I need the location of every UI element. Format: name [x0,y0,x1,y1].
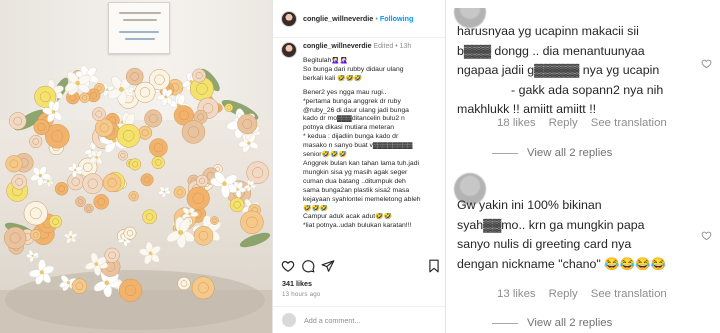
comment-text-line: - gakk ada sopann2 nya nih [511,82,664,97]
comment-input[interactable]: Add a comment... [304,316,360,325]
post-time-ago: 13 hours ago [282,291,321,298]
post-likes-count[interactable]: 341 likes [282,279,312,288]
comment-text-line: ngapaa jadii g▓▓▓▓▓ nya yg ucapin [457,63,660,77]
caption-line: masako n sanyo buat v▓▓▓▓▓▓▓▓ [303,142,413,150]
post-actions [281,259,441,275]
add-comment-bar: Add a comment... [273,306,445,333]
caption-line: berkali kali 🤣🤣🤣 [303,74,363,82]
avatar[interactable] [281,10,297,27]
caption-line: sama bunga2an plastik sisa2 masa [303,186,410,194]
caption-line: So bunga dari rubby didaur ulang [303,65,404,73]
comments-zoom: harusnyaa yg ucapinn makacii sii b▓▓▓ don… [446,0,720,333]
caption-line: cuman dua batang ..ditumpuk deh [303,177,406,185]
heart-icon[interactable] [701,230,712,241]
caption-separator: • [395,43,398,50]
caption-time: 13h [399,43,412,50]
post-panel: conglie_willneverdie • Following conglie_w… [272,0,446,333]
caption-line: kado dr mo▓▓▓ditancelin bulu2 n [303,115,405,123]
heart-icon[interactable] [281,259,295,273]
following-button[interactable]: Following [380,14,414,23]
caption-line: potnya dikasi mutiara meteran [303,124,395,132]
post-username[interactable]: conglie_willneverdie [303,14,373,23]
comment-icon[interactable] [301,259,315,273]
post-header: conglie_willneverdie • Following [273,0,445,38]
comment-likes[interactable]: 18 likes [497,117,536,129]
share-icon[interactable] [321,259,335,273]
post-caption: conglie_willneverdie Edited • 13h Begitu… [281,42,443,231]
caption-line: 🤣🤣🤣 [303,204,329,212]
edited-label: Edited [373,43,394,50]
caption-line: Begitulah🤦🏻‍♀️🤦🏻‍♀️ [303,57,349,64]
see-translation-button[interactable]: See translation [591,117,667,129]
caption-line: senior🤣🤣🤣 [303,151,347,159]
bookmark-icon[interactable] [427,259,441,273]
comment-text-line: sanyo nulis di greeting card nya [457,237,632,251]
header-separator: • [375,13,378,23]
comment-text-line: makhlukk !! amiitt amiitt !! [457,102,597,116]
comment-text-line: dengan nickname "chano" 😂😂😂😂 [457,256,666,271]
reply-button[interactable]: Reply [549,117,578,129]
caption-avatar[interactable] [281,42,297,58]
caption-line: kejayaan syahlontei memeletong ableh [303,195,421,203]
caption-line: @ruby_26 di daur ulang jadi bunga [303,106,409,114]
comment-meta: 13 likes Reply See translation [497,288,680,300]
comment-text-line: harusnyaa yg ucapinn makacii sii [457,24,639,38]
view-replies-button[interactable]: View all 2 replies [492,147,612,159]
see-translation-button[interactable]: See translation [591,288,667,300]
greeting-card [108,2,170,54]
caption-line: Bener2 yes ngga mau rugi.. [303,88,387,96]
reply-button[interactable]: Reply [549,288,578,300]
comment-text-line: b▓▓▓ dongg .. dia menantuunyaa [457,43,645,58]
caption-text: Begitulah🤦🏻‍♀️🤦🏻‍♀️ So bunga dari rubby d… [303,57,443,231]
comment-text-line: syah▓▓mo.. krn ga mungkin papa [457,217,645,232]
caption-username[interactable]: conglie_willneverdie [303,43,371,50]
comment-text-line: Gw yakin ini 100% bikinan [457,198,602,212]
caption-line: *liat potnya..udah bulukan karatan!!! [303,222,412,230]
heart-icon[interactable] [701,58,712,69]
caption-line: *pertama bunga anggrek dr ruby [303,97,401,105]
post-photo [0,0,272,333]
comment-meta: 18 likes Reply See translation [497,117,680,129]
caption-line: * kedua : dijadiin bunga kado dr [303,133,399,141]
smiley-icon[interactable] [282,313,296,327]
view-replies-button[interactable]: View all 2 replies [492,317,612,329]
caption-line: Anggrek bulan kan tahan lama tuh.jadi [303,159,420,167]
comment-likes[interactable]: 13 likes [497,288,536,300]
caption-line: mungkin sisa yg masih agak seger [303,168,408,176]
caption-line: Campur aduk acak adut🤣🤣 [303,213,393,221]
